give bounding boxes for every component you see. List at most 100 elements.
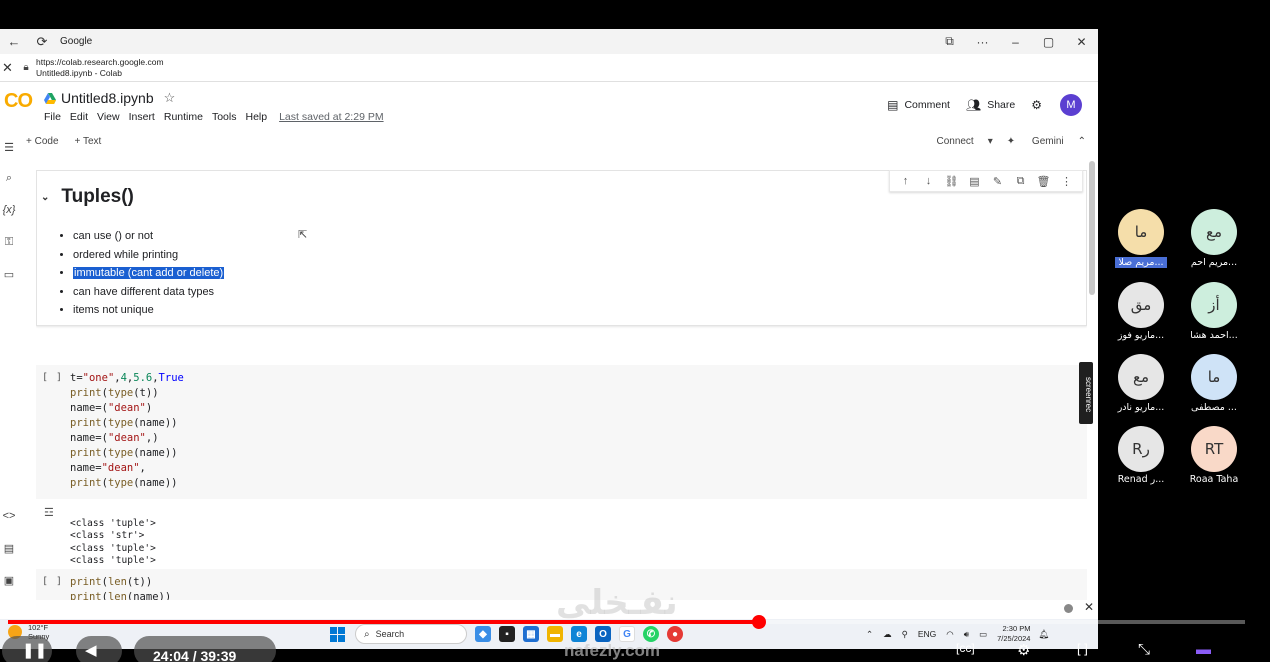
address-bar[interactable]: ✕ 🔒︎ https://colab.research.google.com U… (0, 54, 1098, 82)
outlook-icon[interactable]: O (595, 626, 611, 642)
recorder-icon[interactable]: ● (667, 626, 683, 642)
close-tab-icon[interactable]: ✕ (2, 60, 16, 76)
participant-tile[interactable]: مع مريم احم... (1174, 209, 1254, 268)
colab-logo[interactable]: CO (4, 90, 33, 113)
minimize-icon[interactable]: – (999, 35, 1032, 49)
collapse-chevron-icon[interactable]: ⌄ (41, 192, 49, 203)
more-icon[interactable]: ··· (966, 35, 999, 49)
link-icon[interactable]: ⛓ (940, 175, 963, 188)
move-down-icon[interactable]: ↓ (917, 175, 940, 187)
code-cell[interactable]: [ ] t="one",4,5.6,True print(type(t)) na… (36, 365, 1087, 499)
add-text-button[interactable]: + Text (75, 136, 102, 147)
video-progress-knob[interactable] (751, 615, 766, 629)
terminal-icon[interactable]: ▣ (0, 574, 18, 587)
whatsapp-icon[interactable]: ✆ (643, 626, 659, 642)
participant-tile[interactable]: أز احمد هشا... (1174, 282, 1254, 341)
menu-help[interactable]: Help (245, 111, 267, 123)
cloud-icon[interactable]: ☁ (883, 629, 892, 640)
code-editor[interactable]: t="one",4,5.6,True print(type(t)) name=(… (70, 371, 184, 491)
taskview-icon[interactable]: ▪ (499, 626, 515, 642)
menu-runtime[interactable]: Runtime (164, 111, 203, 123)
fullscreen-icon[interactable]: ⤡ (1138, 641, 1150, 658)
participant-tile[interactable]: مق ماريو فوز... (1101, 282, 1181, 341)
participant-tile[interactable]: ما مصطفى ... (1174, 354, 1254, 413)
tab-icon[interactable]: ⧉ (933, 34, 966, 49)
record-dot-icon (1064, 604, 1073, 613)
gemini-button[interactable]: ✦ Gemini (1007, 136, 1064, 147)
toc-icon[interactable]: ☰ (0, 141, 18, 154)
participant-tile[interactable]: Rر Renad ر... (1101, 426, 1181, 485)
folder-icon[interactable]: ▭ (0, 268, 18, 281)
notebook-name[interactable]: Untitled8.ipynb (61, 90, 154, 106)
theater-icon[interactable]: ▬ (1196, 641, 1211, 658)
comment-label: Comment (904, 99, 950, 111)
wifi-icon[interactable]: ◠ (946, 629, 953, 640)
close-icon[interactable]: ✕ (1084, 600, 1094, 614)
code-snippets-icon[interactable]: <> (0, 510, 18, 522)
windows-start-icon[interactable] (330, 626, 345, 642)
store-icon[interactable]: ▦ (523, 626, 539, 642)
comment-button[interactable]: ▤ Comment (887, 98, 950, 112)
edge-icon[interactable]: e (571, 626, 587, 642)
volume-icon[interactable]: ◀ (85, 641, 97, 659)
more-vert-icon[interactable]: ⋮ (1055, 175, 1078, 188)
participant-name: ماريو فوز... (1117, 330, 1165, 341)
connect-button[interactable]: Connect (936, 136, 973, 147)
volume-icon[interactable]: 🔊︎ (964, 629, 969, 640)
command-palette-icon[interactable]: ▤ (0, 542, 18, 555)
participant-tile[interactable]: مع ماريو نادر... (1101, 354, 1181, 413)
share-button[interactable]: 👥︎ Share (966, 98, 1015, 112)
notebook-toolbar: + Code + Text Connect ▾ ✦ Gemini ⌃ (26, 131, 1098, 151)
settings-button[interactable]: ⚙ (1031, 98, 1048, 112)
edit-icon[interactable]: ✎ (986, 175, 1009, 188)
network-icon[interactable]: ⚲ (902, 629, 908, 640)
mirror-icon[interactable]: ⧉ (1009, 175, 1032, 188)
output-toggle-icon[interactable]: ☲ (44, 506, 54, 519)
back-icon[interactable]: ← (0, 34, 28, 49)
scrollbar[interactable] (1089, 161, 1095, 295)
participant-avatar: مق (1118, 282, 1164, 328)
notebook-area: ⌄ Tuples() can use () or not ordered whi… (36, 170, 1087, 619)
menu-edit[interactable]: Edit (70, 111, 88, 123)
variables-icon[interactable]: {x} (0, 204, 18, 216)
output-line: <class 'tuple'> (70, 555, 156, 566)
menu-file[interactable]: File (44, 111, 61, 123)
page-title-text: Untitled8.ipynb - Colab (36, 67, 122, 78)
add-code-button[interactable]: + Code (26, 136, 59, 147)
connect-dropdown-icon[interactable]: ▾ (988, 136, 993, 147)
battery-icon[interactable]: ▭ (979, 629, 987, 640)
menu-insert[interactable]: Insert (129, 111, 155, 123)
key-icon[interactable]: ⚿ (0, 236, 18, 249)
reload-icon[interactable]: ⟳ (28, 34, 56, 50)
cell-output: ☲ <class 'tuple'> <class 'str'> <class 'tu… (36, 500, 1087, 566)
bullet-list: can use () or not ordered while printing… (61, 227, 225, 320)
text-cell[interactable]: ⌄ Tuples() can use () or not ordered whi… (36, 170, 1087, 326)
copilot-icon[interactable]: ◆ (475, 626, 491, 642)
settings-gear-icon[interactable]: ⚙ (1017, 641, 1030, 659)
search-icon[interactable]: ⌕ (0, 172, 18, 185)
pause-icon[interactable]: ❚❚ (22, 641, 47, 659)
star-icon[interactable]: ☆ (164, 90, 176, 106)
notification-icon[interactable]: 🔔︎ (1038, 629, 1049, 640)
run-cell-button[interactable]: [ ] (42, 372, 63, 383)
menu-tools[interactable]: Tools (212, 111, 237, 123)
delete-icon[interactable]: 🗑︎ (1032, 175, 1055, 188)
menu-view[interactable]: View (97, 111, 120, 123)
run-cell-button[interactable]: [ ] (42, 576, 63, 587)
chevron-up-icon[interactable]: ⌃ (866, 629, 873, 640)
miniplayer-icon[interactable]: [ ] (1077, 641, 1088, 656)
cc-icon[interactable]: [cc] (956, 641, 975, 655)
explorer-icon[interactable]: ▬ (547, 626, 563, 642)
maximize-icon[interactable]: ▢ (1032, 35, 1065, 49)
screenrec-badge: screenrec (1079, 362, 1093, 424)
participant-tile[interactable]: ما مريم صلا... (1101, 209, 1181, 273)
lang-indicator[interactable]: ENG (918, 629, 936, 639)
collapse-icon[interactable]: ⌃ (1078, 136, 1086, 147)
comment-cell-icon[interactable]: ▤ (963, 175, 986, 188)
chrome-icon[interactable]: G (619, 626, 635, 642)
avatar[interactable]: M (1060, 94, 1082, 116)
close-icon[interactable]: ✕ (1065, 35, 1098, 49)
participant-tile[interactable]: RT Roaa Taha (1174, 426, 1254, 485)
move-up-icon[interactable]: ↑ (894, 175, 917, 187)
last-saved-link[interactable]: Last saved at 2:29 PM (279, 111, 383, 123)
